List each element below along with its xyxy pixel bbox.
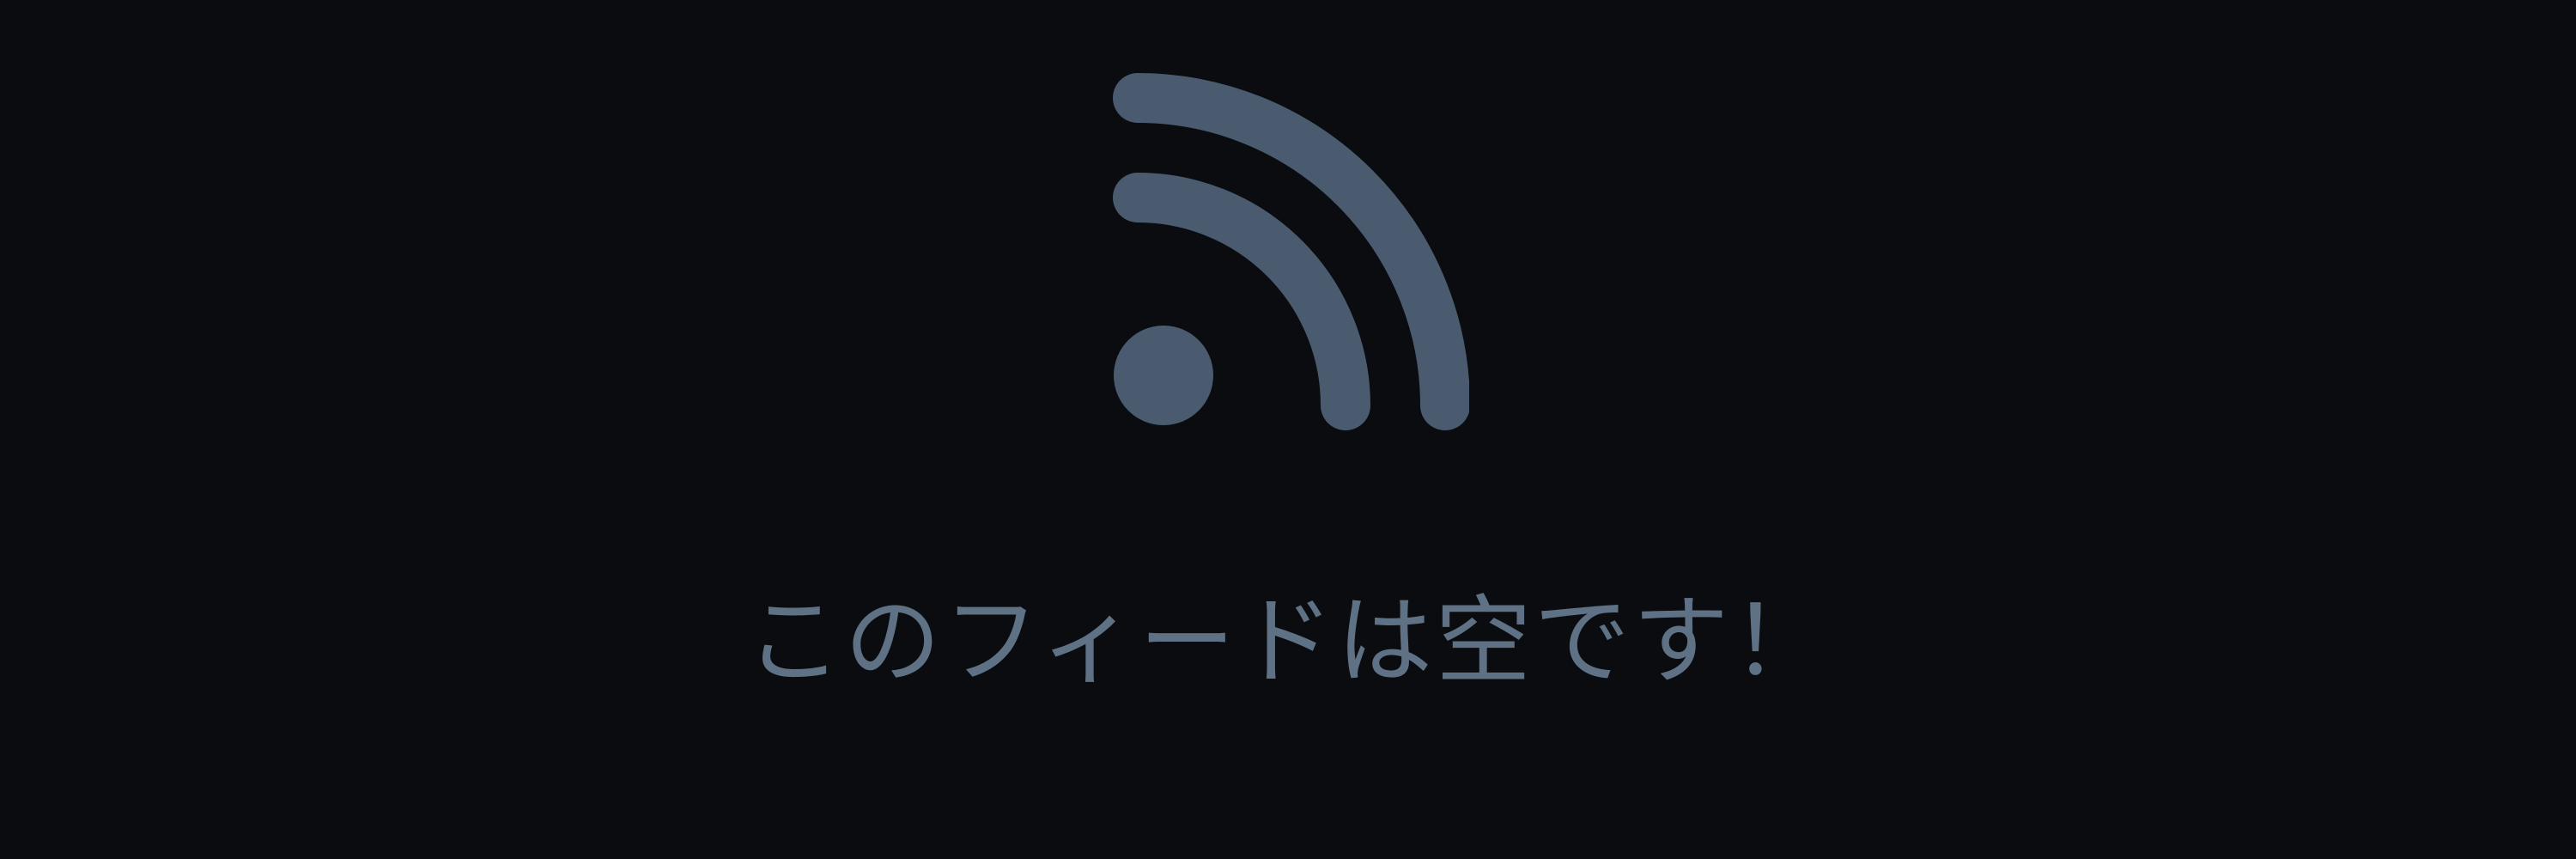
empty-feed-state: このフィードは空です！ bbox=[0, 0, 2576, 859]
rss-feed-icon bbox=[1109, 72, 1469, 433]
empty-feed-message: このフィードは空です！ bbox=[745, 586, 1831, 698]
